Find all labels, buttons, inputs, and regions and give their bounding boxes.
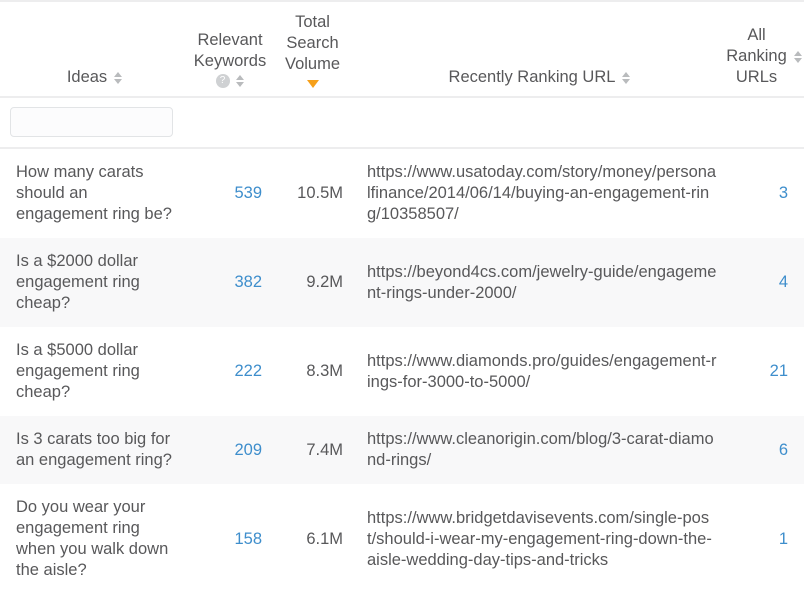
recently-ranking-url-value: https://www.bridgetdavisevents.com/singl… xyxy=(355,484,725,594)
filter-cell-total-search-volume xyxy=(270,97,355,149)
table-header: Ideas Relevant Keywords ? Total Search V… xyxy=(0,0,804,149)
relevant-keywords-link[interactable]: 209 xyxy=(190,416,270,484)
all-ranking-urls-value[interactable]: 1 xyxy=(779,530,788,548)
all-ranking-urls-value[interactable]: 21 xyxy=(770,362,788,380)
recently-ranking-url-value: https://www.cleanorigin.com/blog/3-carat… xyxy=(355,416,725,484)
keyword-ideas-table-container: Ideas Relevant Keywords ? Total Search V… xyxy=(0,0,804,594)
column-header-ideas-label: Ideas xyxy=(66,68,108,86)
table-row: Is a $5000 dollar engagement ring cheap?… xyxy=(0,327,804,416)
relevant-keywords-value[interactable]: 539 xyxy=(234,184,262,202)
idea-text: Is a $5000 dollar engagement ring cheap? xyxy=(0,327,190,416)
all-ranking-urls-link[interactable]: 21 xyxy=(725,327,804,416)
total-search-volume-value: 8.3M xyxy=(270,327,355,416)
table-body: How many carats should an engagement rin… xyxy=(0,148,804,594)
idea-text: Is 3 carats too big for an engagement ri… xyxy=(0,416,190,484)
table-row: How many carats should an engagement rin… xyxy=(0,148,804,238)
sort-toggle-icon-ideas[interactable] xyxy=(114,71,123,85)
column-header-recently-ranking-url[interactable]: Recently Ranking URL xyxy=(355,0,725,98)
total-search-volume-value: 6.1M xyxy=(270,484,355,594)
recently-ranking-url-value: https://beyond4cs.com/jewelry-guide/enga… xyxy=(355,238,725,327)
relevant-keywords-link[interactable]: 158 xyxy=(190,484,270,594)
column-header-total-search-volume-label: Total Search Volume xyxy=(284,13,341,73)
column-header-recently-ranking-url-label: Recently Ranking URL xyxy=(448,68,616,86)
all-ranking-urls-link[interactable]: 4 xyxy=(725,238,804,327)
filter-cell-ideas xyxy=(0,97,190,149)
sort-toggle-icon-relevant-keywords[interactable] xyxy=(235,74,245,88)
filter-cell-recently-ranking-url xyxy=(355,97,725,149)
table-filter-row xyxy=(0,97,804,149)
sort-toggle-icon-recently-ranking-url[interactable] xyxy=(622,71,631,85)
total-search-volume-value: 10.5M xyxy=(270,148,355,238)
recently-ranking-url-value: https://www.usatoday.com/story/money/per… xyxy=(355,148,725,238)
column-header-total-search-volume[interactable]: Total Search Volume xyxy=(270,0,355,98)
sort-toggle-icon-all-ranking-urls[interactable] xyxy=(793,50,803,64)
column-header-all-ranking-urls[interactable]: All Ranking URLs xyxy=(725,0,804,98)
keyword-ideas-table: Ideas Relevant Keywords ? Total Search V… xyxy=(0,0,804,594)
relevant-keywords-link[interactable]: 222 xyxy=(190,327,270,416)
all-ranking-urls-link[interactable]: 6 xyxy=(725,416,804,484)
table-row: Do you wear your engagement ring when yo… xyxy=(0,484,804,594)
help-question-icon[interactable]: ? xyxy=(215,74,230,88)
total-search-volume-value: 9.2M xyxy=(270,238,355,327)
column-header-relevant-keywords-label: Relevant Keywords xyxy=(193,31,267,70)
relevant-keywords-link[interactable]: 382 xyxy=(190,238,270,327)
filter-cell-relevant-keywords xyxy=(190,97,270,149)
table-row: Is 3 carats too big for an engagement ri… xyxy=(0,416,804,484)
relevant-keywords-value[interactable]: 209 xyxy=(234,441,262,459)
relevant-keywords-value[interactable]: 382 xyxy=(234,273,262,291)
ideas-filter-input[interactable] xyxy=(10,107,173,137)
all-ranking-urls-value[interactable]: 4 xyxy=(779,273,788,291)
relevant-keywords-link[interactable]: 539 xyxy=(190,148,270,238)
column-header-ideas[interactable]: Ideas xyxy=(0,0,190,98)
all-ranking-urls-value[interactable]: 3 xyxy=(779,184,788,202)
sort-descending-active-icon[interactable] xyxy=(306,80,319,88)
table-row: Is a $2000 dollar engagement ring cheap?… xyxy=(0,238,804,327)
all-ranking-urls-link[interactable]: 3 xyxy=(725,148,804,238)
recently-ranking-url-value: https://www.diamonds.pro/guides/engageme… xyxy=(355,327,725,416)
total-search-volume-value: 7.4M xyxy=(270,416,355,484)
relevant-keywords-value[interactable]: 158 xyxy=(234,530,262,548)
all-ranking-urls-link[interactable]: 1 xyxy=(725,484,804,594)
column-header-relevant-keywords[interactable]: Relevant Keywords ? xyxy=(190,0,270,98)
idea-text: Is a $2000 dollar engagement ring cheap? xyxy=(0,238,190,327)
idea-text: Do you wear your engagement ring when yo… xyxy=(0,484,190,594)
column-header-all-ranking-urls-label: All Ranking URLs xyxy=(726,26,787,86)
idea-text: How many carats should an engagement rin… xyxy=(0,148,190,238)
all-ranking-urls-value[interactable]: 6 xyxy=(779,441,788,459)
relevant-keywords-value[interactable]: 222 xyxy=(234,362,262,380)
filter-cell-all-ranking-urls xyxy=(725,97,804,149)
